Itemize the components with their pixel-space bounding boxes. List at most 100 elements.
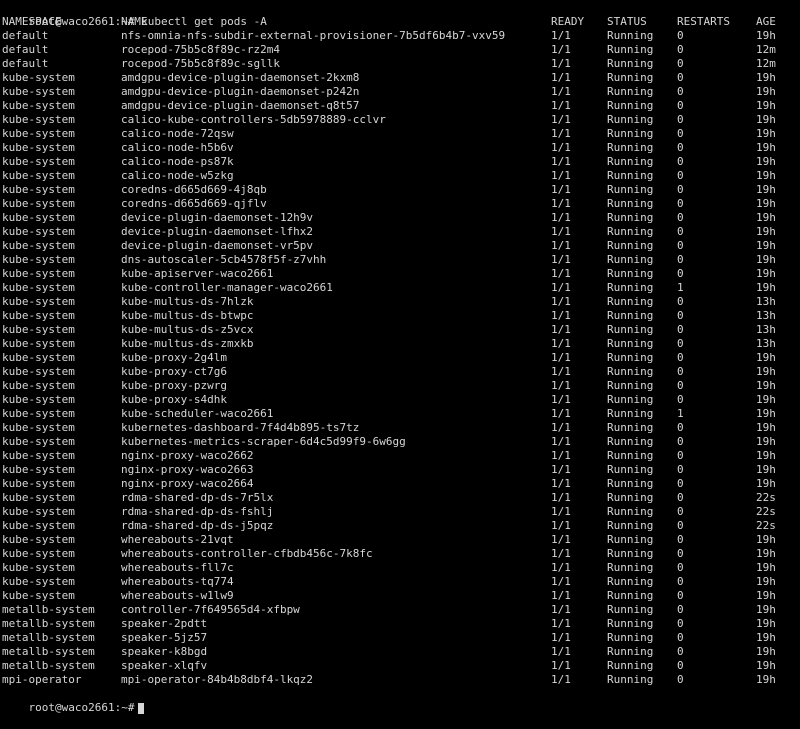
cell-ready: 1/1 <box>551 603 571 616</box>
cell-status: Running <box>607 463 654 476</box>
cell-ready: 1/1 <box>551 407 571 420</box>
table-row: kube-system amdgpu-device-plugin-daemonse… <box>0 85 800 99</box>
cell-restarts: 0 <box>677 113 684 126</box>
table-row: kube-system kubernetes-metrics-scraper-6d… <box>0 435 800 449</box>
cell-restarts: 0 <box>677 491 684 504</box>
cell-name: kubernetes-dashboard-7f4d4b895-ts7tz <box>121 421 360 434</box>
cell-namespace: kube-system <box>2 533 75 546</box>
cell-namespace: metallb-system <box>2 603 95 616</box>
table-row: kube-system nginx-proxy-waco2663 1/1 Runnin… <box>0 463 800 477</box>
cell-age: 19h <box>756 99 776 112</box>
table-row: kube-system calico-node-w5zkg 1/1 Running 0 1… <box>0 169 800 183</box>
cell-ready: 1/1 <box>551 561 571 574</box>
cell-age: 19h <box>756 603 776 616</box>
cell-age: 19h <box>756 211 776 224</box>
table-header-row: NAMESPACE NAME READY STATUS RESTARTS AGE <box>0 15 800 29</box>
cell-restarts: 0 <box>677 603 684 616</box>
cell-namespace: kube-system <box>2 337 75 350</box>
cell-namespace: kube-system <box>2 169 75 182</box>
cell-name: amdgpu-device-plugin-daemonset-q8t57 <box>121 99 360 112</box>
cell-restarts: 0 <box>677 351 684 364</box>
table-row: kube-system dns-autoscaler-5cb4578f5f-z7v… <box>0 253 800 267</box>
cell-restarts: 0 <box>677 673 684 686</box>
cell-namespace: kube-system <box>2 547 75 560</box>
cell-status: Running <box>607 505 654 518</box>
table-row: kube-system calico-node-h5b6v 1/1 Running 0 1… <box>0 141 800 155</box>
table-row: kube-system amdgpu-device-plugin-daemonse… <box>0 99 800 113</box>
cell-age: 19h <box>756 393 776 406</box>
cell-status: Running <box>607 85 654 98</box>
cell-age: 19h <box>756 225 776 238</box>
cell-ready: 1/1 <box>551 281 571 294</box>
cell-restarts: 0 <box>677 589 684 602</box>
table-row: metallb-system speaker-5jz57 1/1 Running 0 19… <box>0 631 800 645</box>
cell-restarts: 0 <box>677 309 684 322</box>
cell-ready: 1/1 <box>551 253 571 266</box>
table-row: kube-system calico-kube-controllers-5db59… <box>0 113 800 127</box>
cell-ready: 1/1 <box>551 309 571 322</box>
cell-namespace: kube-system <box>2 141 75 154</box>
cell-namespace: kube-system <box>2 477 75 490</box>
cell-namespace: metallb-system <box>2 617 95 630</box>
cell-age: 19h <box>756 421 776 434</box>
cell-name: nginx-proxy-waco2662 <box>121 449 254 462</box>
cell-namespace: kube-system <box>2 155 75 168</box>
cell-age: 19h <box>756 351 776 364</box>
cell-restarts: 0 <box>677 183 684 196</box>
cell-age: 13h <box>756 337 776 350</box>
cell-status: Running <box>607 267 654 280</box>
cell-restarts: 0 <box>677 575 684 588</box>
table-row: kube-system coredns-d665d669-4j8qb 1/1 Runn… <box>0 183 800 197</box>
cell-status: Running <box>607 309 654 322</box>
table-row: kube-system amdgpu-device-plugin-daemonse… <box>0 71 800 85</box>
cell-namespace: kube-system <box>2 197 75 210</box>
cell-namespace: metallb-system <box>2 659 95 672</box>
cell-name: kube-proxy-s4dhk <box>121 393 227 406</box>
cell-age: 19h <box>756 29 776 42</box>
cell-namespace: kube-system <box>2 267 75 280</box>
cell-namespace: kube-system <box>2 211 75 224</box>
cell-age: 19h <box>756 561 776 574</box>
cell-name: rocepod-75b5c8f89c-rz2m4 <box>121 43 280 56</box>
cell-namespace: kube-system <box>2 589 75 602</box>
cell-status: Running <box>607 617 654 630</box>
cell-status: Running <box>607 141 654 154</box>
cell-ready: 1/1 <box>551 29 571 42</box>
cell-ready: 1/1 <box>551 113 571 126</box>
cell-restarts: 0 <box>677 519 684 532</box>
cell-ready: 1/1 <box>551 617 571 630</box>
cell-name: whereabouts-tq774 <box>121 575 234 588</box>
cell-status: Running <box>607 351 654 364</box>
cell-restarts: 0 <box>677 449 684 462</box>
cell-ready: 1/1 <box>551 379 571 392</box>
final-prompt: root@waco2661:~# <box>28 701 135 714</box>
cell-status: Running <box>607 337 654 350</box>
cell-status: Running <box>607 645 654 658</box>
header-status: STATUS <box>607 15 647 28</box>
cell-restarts: 0 <box>677 631 684 644</box>
cell-namespace: kube-system <box>2 519 75 532</box>
cell-status: Running <box>607 603 654 616</box>
final-prompt-line[interactable]: root@waco2661:~# <box>2 687 800 714</box>
table-row: metallb-system speaker-xlqfv 1/1 Running 0 19… <box>0 659 800 673</box>
table-row: kube-system kube-apiserver-waco2661 1/1 Run… <box>0 267 800 281</box>
cell-ready: 1/1 <box>551 211 571 224</box>
cell-age: 19h <box>756 379 776 392</box>
table-row: metallb-system speaker-k8bgd 1/1 Running 0 19… <box>0 645 800 659</box>
cell-age: 19h <box>756 589 776 602</box>
cell-namespace: kube-system <box>2 351 75 364</box>
cell-name: kube-proxy-2g4lm <box>121 351 227 364</box>
cell-age: 13h <box>756 309 776 322</box>
cell-ready: 1/1 <box>551 547 571 560</box>
cell-ready: 1/1 <box>551 43 571 56</box>
terminal-window[interactable]: root@waco2661:~# kubectl get pods -A NAM… <box>0 0 800 714</box>
cell-namespace: kube-system <box>2 379 75 392</box>
cell-ready: 1/1 <box>551 155 571 168</box>
cell-name: kube-controller-manager-waco2661 <box>121 281 333 294</box>
cell-namespace: kube-system <box>2 561 75 574</box>
cell-restarts: 1 <box>677 407 684 420</box>
cell-name: dns-autoscaler-5cb4578f5f-z7vhh <box>121 253 327 266</box>
cell-age: 19h <box>756 281 776 294</box>
cell-namespace: kube-system <box>2 435 75 448</box>
cell-ready: 1/1 <box>551 267 571 280</box>
